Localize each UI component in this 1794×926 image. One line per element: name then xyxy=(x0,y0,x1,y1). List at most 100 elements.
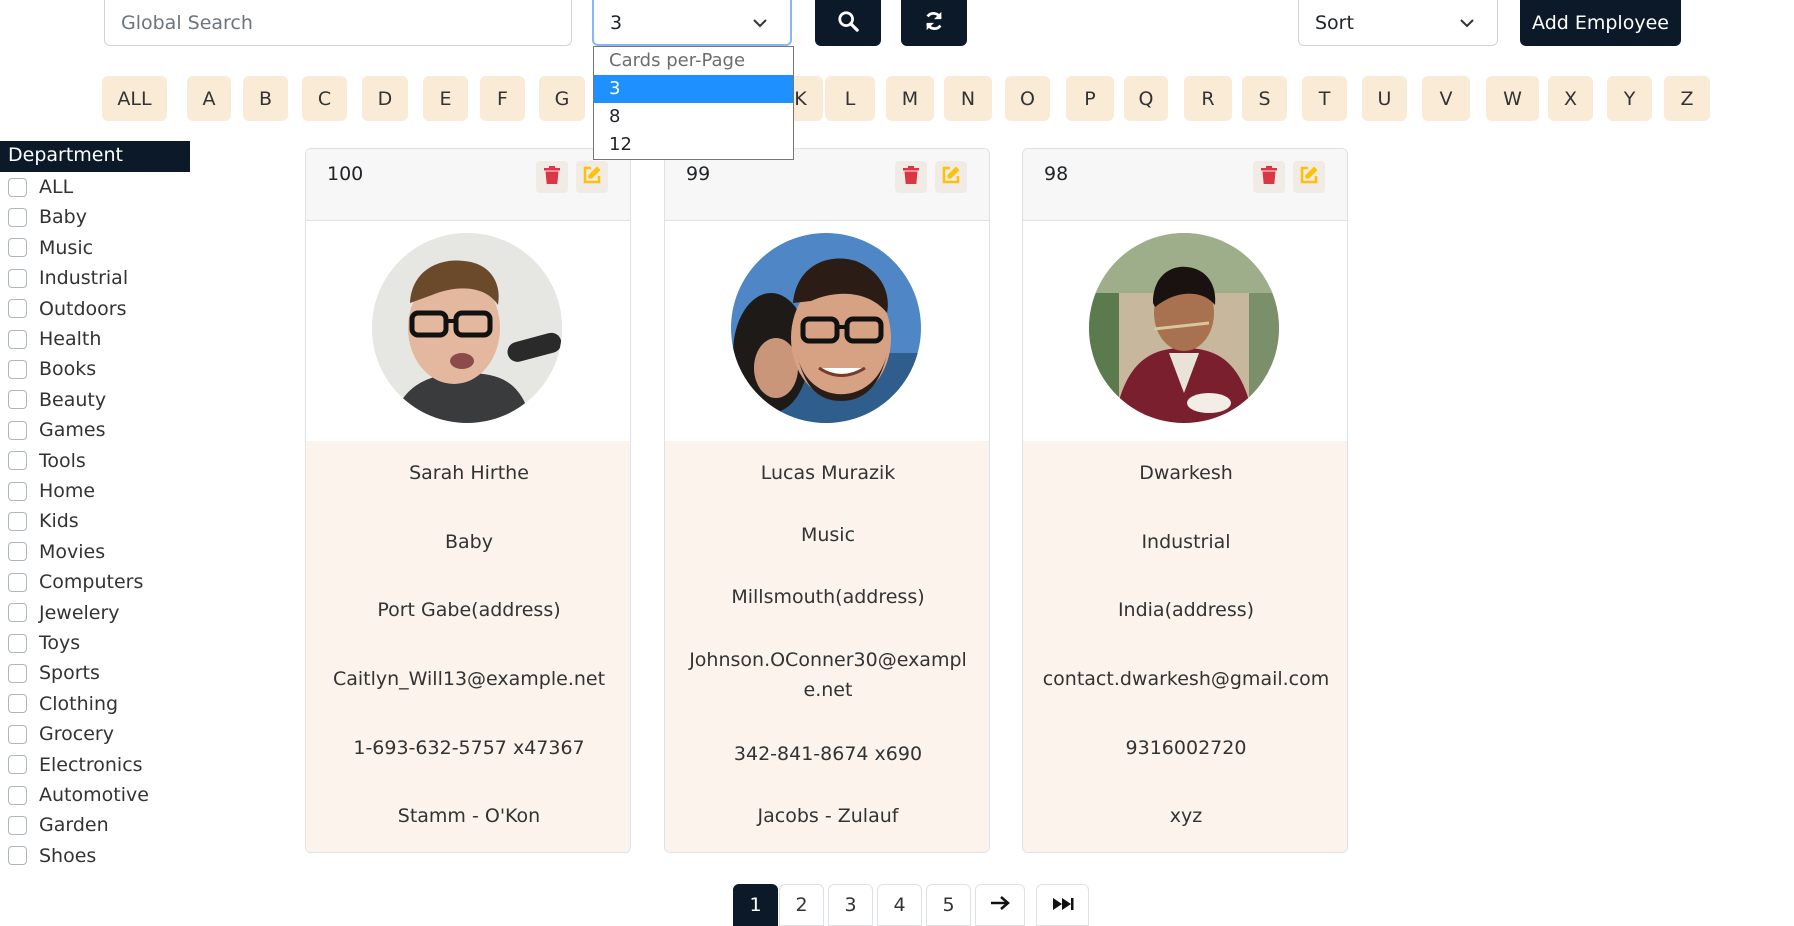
department-checkbox[interactable] xyxy=(8,390,27,410)
department-label: Outdoors xyxy=(39,297,127,320)
department-filter-item[interactable]: Sports xyxy=(8,658,100,688)
department-checkbox[interactable] xyxy=(8,177,27,197)
department-label: Grocery xyxy=(39,723,114,746)
department-checkbox[interactable] xyxy=(8,846,27,866)
department-filter-item[interactable]: Movies xyxy=(8,537,105,567)
department-checkbox[interactable] xyxy=(8,329,27,349)
letter-filter-button[interactable]: F xyxy=(480,76,525,121)
letter-filter-button[interactable]: L xyxy=(825,76,875,121)
department-filter-item[interactable]: Tools xyxy=(8,446,86,476)
department-filter-item[interactable]: Baby xyxy=(8,202,87,232)
department-filter-item[interactable]: Toys xyxy=(8,628,80,658)
letter-filter-button[interactable]: B xyxy=(243,76,288,121)
letter-filter-button[interactable]: A xyxy=(187,76,231,121)
delete-button[interactable] xyxy=(1253,161,1285,193)
letter-filter-button[interactable]: S xyxy=(1242,76,1287,121)
department-label: Toys xyxy=(39,632,81,654)
add-employee-button[interactable]: Add Employee xyxy=(1520,0,1681,46)
next-page-button[interactable] xyxy=(975,884,1025,926)
department-label: Sports xyxy=(39,662,100,685)
department-checkbox[interactable] xyxy=(8,207,27,227)
letter-filter-button[interactable]: ALL xyxy=(102,76,167,121)
global-search-input[interactable] xyxy=(104,0,572,46)
department-checkbox[interactable] xyxy=(8,694,27,714)
department-filter-item[interactable]: Computers xyxy=(8,567,143,597)
edit-button[interactable] xyxy=(576,161,608,193)
department-checkbox[interactable] xyxy=(8,451,27,471)
department-checkbox[interactable] xyxy=(8,481,27,501)
edit-button[interactable] xyxy=(935,161,967,193)
department-checkbox[interactable] xyxy=(8,572,27,592)
letter-filter-button[interactable]: U xyxy=(1362,76,1407,121)
department-checkbox[interactable] xyxy=(8,238,27,258)
department-checkbox[interactable] xyxy=(8,785,27,805)
edit-button[interactable] xyxy=(1293,161,1325,193)
letter-filter-button[interactable]: T xyxy=(1302,76,1347,121)
department-checkbox[interactable] xyxy=(8,815,27,835)
department-filter-item[interactable]: Garden xyxy=(8,810,109,840)
letter-filter-button[interactable]: N xyxy=(944,76,992,121)
letter-filter-button[interactable]: Q xyxy=(1124,76,1168,121)
department-filter-item[interactable]: Outdoors xyxy=(8,294,126,324)
letter-filter-button[interactable]: W xyxy=(1486,76,1539,121)
cards-per-page-select[interactable]: 3 xyxy=(592,0,792,46)
department-filter-item[interactable]: Games xyxy=(8,415,105,445)
department-filter-item[interactable]: Books xyxy=(8,354,96,384)
department-checkbox[interactable] xyxy=(8,268,27,288)
department-filter-item[interactable]: ALL xyxy=(8,172,73,202)
department-filter-item[interactable]: Health xyxy=(8,324,101,354)
department-label: Shoes xyxy=(39,844,97,867)
department-filter-item[interactable]: Automotive xyxy=(8,780,149,810)
letter-filter-button[interactable]: X xyxy=(1548,76,1593,121)
page-button[interactable]: 4 xyxy=(877,884,922,926)
department-checkbox[interactable] xyxy=(8,755,27,775)
letter-filter-button[interactable]: O xyxy=(1005,76,1050,121)
dropdown-option[interactable]: 3 xyxy=(594,75,793,103)
delete-button[interactable] xyxy=(536,161,568,193)
dropdown-option[interactable]: 12 xyxy=(594,131,793,159)
department-checkbox[interactable] xyxy=(8,603,27,623)
refresh-button[interactable] xyxy=(901,0,967,46)
department-label: Tools xyxy=(39,449,86,472)
letter-filter-button[interactable]: Y xyxy=(1607,76,1652,121)
department-filter-item[interactable]: Shoes xyxy=(8,841,96,871)
letter-filter-button[interactable]: E xyxy=(423,76,468,121)
letter-filter-button[interactable]: C xyxy=(302,76,347,121)
department-filter-item[interactable]: Music xyxy=(8,233,93,263)
card-header: 100 xyxy=(306,149,630,221)
department-filter-item[interactable]: Jewelery xyxy=(8,598,120,628)
department-checkbox[interactable] xyxy=(8,663,27,683)
letter-filter-button[interactable]: D xyxy=(362,76,408,121)
department-filter-item[interactable]: Beauty xyxy=(8,385,106,415)
avatar xyxy=(372,233,562,423)
department-checkbox[interactable] xyxy=(8,359,27,379)
department-checkbox[interactable] xyxy=(8,420,27,440)
last-page-button[interactable] xyxy=(1036,884,1089,926)
department-filter-item[interactable]: Electronics xyxy=(8,750,143,780)
department-checkbox[interactable] xyxy=(8,724,27,744)
letter-filter-button[interactable]: V xyxy=(1422,76,1470,121)
department-filter-item[interactable]: Home xyxy=(8,476,95,506)
delete-button[interactable] xyxy=(895,161,927,193)
department-filter-item[interactable]: Industrial xyxy=(8,263,128,293)
sort-select[interactable]: Sort xyxy=(1298,0,1498,46)
page-button[interactable]: 2 xyxy=(779,884,824,926)
page-button[interactable]: 5 xyxy=(926,884,971,926)
letter-filter-button[interactable]: P xyxy=(1066,76,1114,121)
letter-filter-button[interactable]: G xyxy=(539,76,585,121)
department-filter-item[interactable]: Clothing xyxy=(8,689,118,719)
department-filter-item[interactable]: Grocery xyxy=(8,719,114,749)
letter-filter-button[interactable]: R xyxy=(1184,76,1232,121)
page-button[interactable]: 3 xyxy=(828,884,873,926)
department-filter-item[interactable]: Kids xyxy=(8,506,79,536)
dropdown-option[interactable]: 8 xyxy=(594,103,793,131)
page-button[interactable]: 1 xyxy=(733,884,778,926)
search-button[interactable] xyxy=(815,0,881,46)
department-checkbox[interactable] xyxy=(8,299,27,319)
department-checkbox[interactable] xyxy=(8,633,27,653)
department-label: Jewelery xyxy=(39,601,120,624)
letter-filter-button[interactable]: Z xyxy=(1664,76,1710,121)
department-checkbox[interactable] xyxy=(8,511,27,531)
department-checkbox[interactable] xyxy=(8,542,27,562)
letter-filter-button[interactable]: M xyxy=(886,76,934,121)
